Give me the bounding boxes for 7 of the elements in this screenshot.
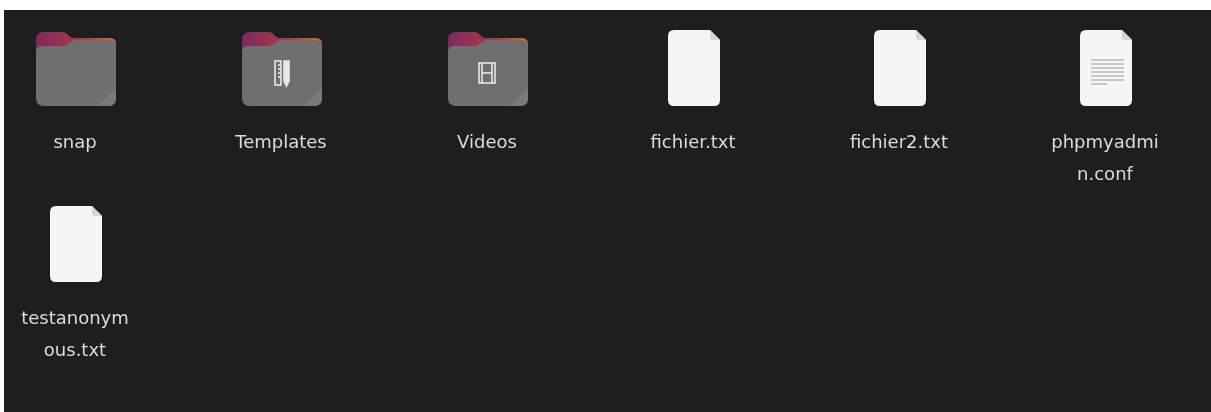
file-name: testanonym ous.txt [20,306,130,362]
file-name: Videos [456,130,518,154]
file-name: fichier.txt [649,130,737,154]
file-name: Templates [234,130,328,154]
file-name: phpmyadmi n.conf [1050,130,1160,186]
file-name: snap [52,130,98,154]
file-name: fichier2.txt [848,130,950,154]
